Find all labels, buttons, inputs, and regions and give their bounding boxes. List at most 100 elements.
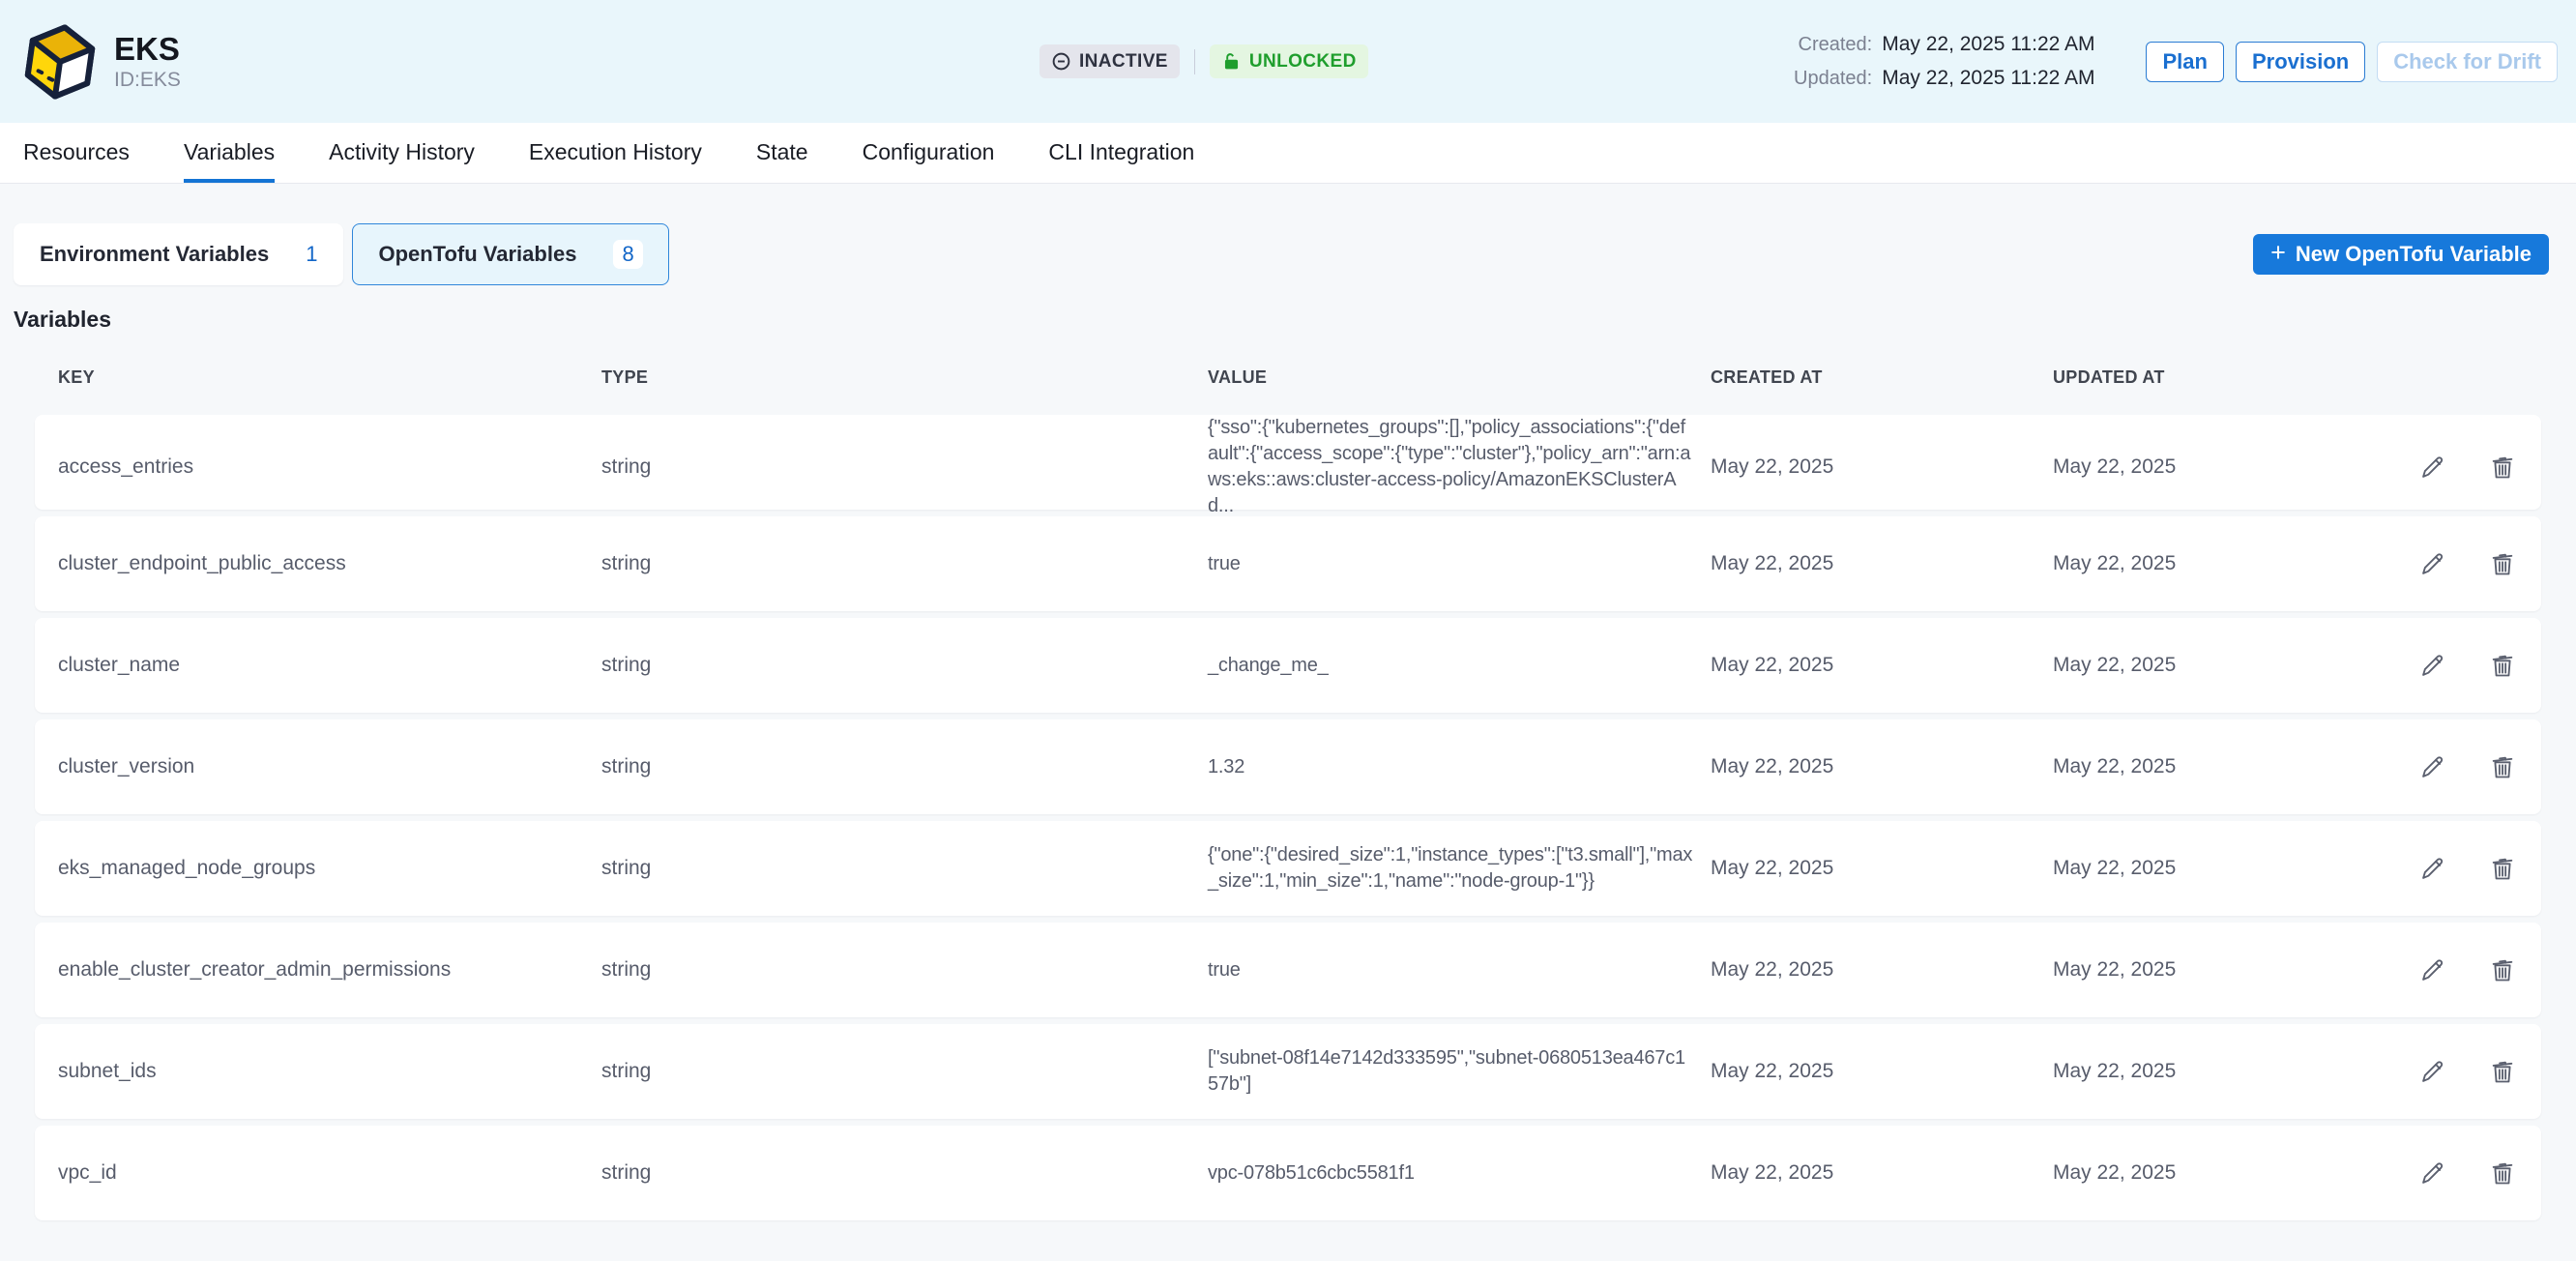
updated-value: May 22, 2025 11:22 AM — [1882, 67, 2094, 90]
edit-variable-button[interactable] — [2419, 956, 2446, 983]
variable-value: true — [1208, 957, 1711, 983]
variables-table: KEY TYPE VALUE CREATED AT UPDATED AT acc… — [35, 333, 2541, 1220]
workspace-tabbar: Resources Variables Activity History Exe… — [0, 123, 2576, 184]
edit-variable-button[interactable] — [2419, 1159, 2446, 1187]
variable-updated-at: May 22, 2025 — [2053, 1161, 2343, 1185]
table-row: cluster_name string _change_me_ May 22, … — [35, 618, 2541, 713]
check-for-drift-button[interactable]: Check for Drift — [2377, 42, 2558, 82]
row-actions — [2343, 753, 2518, 780]
column-header-type: TYPE — [601, 367, 1208, 388]
edit-variable-button[interactable] — [2419, 855, 2446, 882]
new-opentofu-variable-button[interactable]: + New OpenTofu Variable — [2253, 234, 2549, 275]
variable-type: string — [601, 755, 1208, 778]
row-actions — [2343, 855, 2518, 882]
header-right: Created: May 22, 2025 11:22 AM Updated: … — [1794, 33, 2558, 90]
workspace-title-block: EKS ID:EKS — [114, 31, 181, 93]
variable-value: true — [1208, 551, 1711, 577]
eks-logo-icon — [23, 23, 97, 101]
pencil-icon — [2419, 855, 2446, 882]
variable-type: string — [601, 552, 1208, 575]
created-label: Created: — [1794, 34, 1872, 56]
row-actions — [2343, 1159, 2518, 1187]
delete-variable-button[interactable] — [2489, 1058, 2516, 1085]
tab-environment-variables[interactable]: Environment Variables 1 — [14, 223, 343, 285]
delete-variable-button[interactable] — [2489, 1159, 2516, 1187]
variable-key: cluster_endpoint_public_access — [58, 552, 601, 575]
variable-value: ["subnet-08f14e7142d333595","subnet-0680… — [1208, 1045, 1711, 1098]
edit-variable-button[interactable] — [2419, 753, 2446, 780]
edit-variable-button[interactable] — [2419, 454, 2446, 481]
page-title: EKS — [114, 31, 181, 68]
pencil-icon — [2419, 550, 2446, 577]
workspace-id: ID:EKS — [114, 68, 181, 93]
tab-configuration[interactable]: Configuration — [863, 123, 995, 183]
variable-key: subnet_ids — [58, 1060, 601, 1083]
variable-key: cluster_name — [58, 654, 601, 677]
environment-variables-count: 1 — [306, 242, 317, 267]
minus-circle-icon — [1051, 51, 1071, 72]
header-actions: Plan Provision Check for Drift — [2146, 42, 2558, 82]
variable-value: {"sso":{"kubernetes_groups":[],"policy_a… — [1208, 415, 1711, 519]
table-row: cluster_endpoint_public_access string tr… — [35, 516, 2541, 611]
variable-created-at: May 22, 2025 — [1711, 455, 2053, 479]
row-actions — [2343, 550, 2518, 577]
edit-variable-button[interactable] — [2419, 550, 2446, 577]
variable-value: _change_me_ — [1208, 653, 1711, 679]
table-row: enable_cluster_creator_admin_permissions… — [35, 923, 2541, 1017]
delete-variable-button[interactable] — [2489, 652, 2516, 679]
variable-updated-at: May 22, 2025 — [2053, 552, 2343, 575]
variable-updated-at: May 22, 2025 — [2053, 455, 2343, 479]
tab-resources[interactable]: Resources — [23, 123, 130, 183]
edit-variable-button[interactable] — [2419, 652, 2446, 679]
variable-updated-at: May 22, 2025 — [2053, 755, 2343, 778]
trash-icon — [2489, 956, 2516, 983]
variable-created-at: May 22, 2025 — [1711, 552, 2053, 575]
tab-variables[interactable]: Variables — [184, 123, 275, 183]
variable-key: eks_managed_node_groups — [58, 857, 601, 880]
tab-cli-integration[interactable]: CLI Integration — [1048, 123, 1194, 183]
timestamps: Created: May 22, 2025 11:22 AM Updated: … — [1794, 33, 2094, 90]
variable-type: string — [601, 455, 1208, 479]
provision-button[interactable]: Provision — [2236, 42, 2365, 82]
variable-type: string — [601, 1060, 1208, 1083]
plan-button[interactable]: Plan — [2146, 42, 2223, 82]
trash-icon — [2489, 1058, 2516, 1085]
variable-created-at: May 22, 2025 — [1711, 654, 2053, 677]
delete-variable-button[interactable] — [2489, 550, 2516, 577]
created-value: May 22, 2025 11:22 AM — [1882, 33, 2094, 56]
tab-opentofu-variables[interactable]: OpenTofu Variables 8 — [352, 223, 668, 285]
tab-execution-history[interactable]: Execution History — [529, 123, 702, 183]
column-header-updated: UPDATED AT — [2053, 367, 2343, 388]
variable-value: {"one":{"desired_size":1,"instance_types… — [1208, 842, 1711, 894]
variable-type: string — [601, 857, 1208, 880]
variable-key: cluster_version — [58, 755, 601, 778]
delete-variable-button[interactable] — [2489, 753, 2516, 780]
row-actions — [2343, 454, 2518, 481]
variable-updated-at: May 22, 2025 — [2053, 958, 2343, 982]
edit-variable-button[interactable] — [2419, 1058, 2446, 1085]
delete-variable-button[interactable] — [2489, 956, 2516, 983]
variable-type: string — [601, 654, 1208, 677]
trash-icon — [2489, 855, 2516, 882]
pencil-icon — [2419, 652, 2446, 679]
delete-variable-button[interactable] — [2489, 454, 2516, 481]
workspace-header: EKS ID:EKS INACTIVE UNLOCKED Created: Ma… — [0, 0, 2576, 123]
pencil-icon — [2419, 753, 2446, 780]
table-row: access_entries string {"sso":{"kubernete… — [35, 415, 2541, 510]
trash-icon — [2489, 652, 2516, 679]
plus-icon: + — [2270, 240, 2286, 266]
pencil-icon — [2419, 1058, 2446, 1085]
variable-key: enable_cluster_creator_admin_permissions — [58, 958, 601, 982]
delete-variable-button[interactable] — [2489, 855, 2516, 882]
badge-divider — [1194, 49, 1195, 74]
unlock-icon — [1221, 51, 1242, 72]
status-badges: INACTIVE UNLOCKED — [1039, 44, 1368, 78]
section-title: Variables — [14, 306, 2576, 333]
tab-state[interactable]: State — [756, 123, 808, 183]
opentofu-variables-count: 8 — [613, 240, 642, 269]
row-actions — [2343, 1058, 2518, 1085]
trash-icon — [2489, 1159, 2516, 1187]
row-actions — [2343, 956, 2518, 983]
column-header-key: KEY — [58, 367, 601, 388]
tab-activity-history[interactable]: Activity History — [329, 123, 475, 183]
